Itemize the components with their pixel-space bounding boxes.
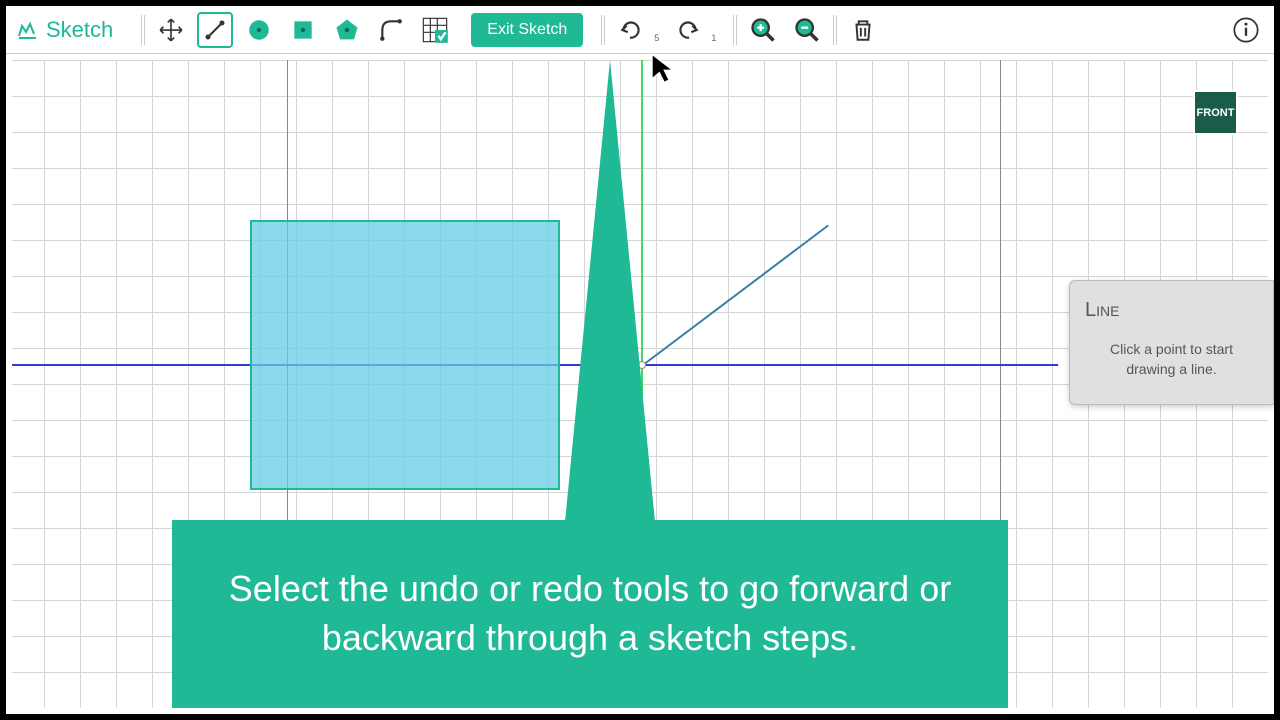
app-title: Sketch (46, 17, 113, 43)
tool-help-panel: Line Click a point to start drawing a li… (1069, 280, 1274, 405)
divider (733, 15, 737, 45)
undo-icon (618, 17, 644, 43)
zoom-in-button[interactable] (745, 12, 781, 48)
rectangle-icon (290, 17, 316, 43)
zoom-out-icon (793, 16, 821, 44)
undo-count: 5 (654, 33, 659, 43)
move-tool[interactable] (153, 12, 189, 48)
view-cube[interactable]: FRONT (1193, 90, 1238, 135)
sketch-canvas[interactable]: FRONT Line Click a point to start drawin… (12, 60, 1268, 708)
sketch-logo: Sketch (16, 17, 113, 43)
info-icon (1232, 16, 1260, 44)
line-tool[interactable] (197, 12, 233, 48)
circle-tool[interactable] (241, 12, 277, 48)
sketch-rectangle[interactable] (250, 220, 560, 490)
cursor-pointer-icon (648, 52, 678, 91)
divider (601, 15, 605, 45)
redo-button[interactable] (670, 12, 706, 48)
view-cube-label: FRONT (1197, 107, 1235, 119)
redo-icon (675, 17, 701, 43)
divider (141, 15, 145, 45)
fillet-tool[interactable] (373, 12, 409, 48)
grid-icon (421, 16, 449, 44)
top-toolbar: Sketch (6, 6, 1274, 54)
delete-button[interactable] (845, 12, 881, 48)
fillet-icon (378, 17, 404, 43)
zoom-out-button[interactable] (789, 12, 825, 48)
tutorial-pointer (565, 60, 655, 522)
info-button[interactable] (1228, 12, 1264, 48)
tutorial-banner: Select the undo or redo tools to go forw… (172, 520, 1008, 708)
polygon-icon (333, 16, 361, 44)
exit-sketch-button[interactable]: Exit Sketch (471, 13, 583, 47)
move-icon (158, 17, 184, 43)
trash-icon (850, 17, 876, 43)
rectangle-tool[interactable] (285, 12, 321, 48)
zoom-in-icon (749, 16, 777, 44)
undo-button[interactable] (613, 12, 649, 48)
help-title: Line (1085, 299, 1258, 322)
circle-icon (246, 17, 272, 43)
divider (833, 15, 837, 45)
sketch-icon (16, 18, 40, 42)
grid-snap-tool[interactable] (417, 12, 453, 48)
polygon-tool[interactable] (329, 12, 365, 48)
help-body: Click a point to start drawing a line. (1085, 340, 1258, 379)
line-icon (203, 18, 227, 42)
redo-count: 1 (711, 33, 716, 43)
tutorial-text: Select the undo or redo tools to go forw… (212, 565, 968, 662)
